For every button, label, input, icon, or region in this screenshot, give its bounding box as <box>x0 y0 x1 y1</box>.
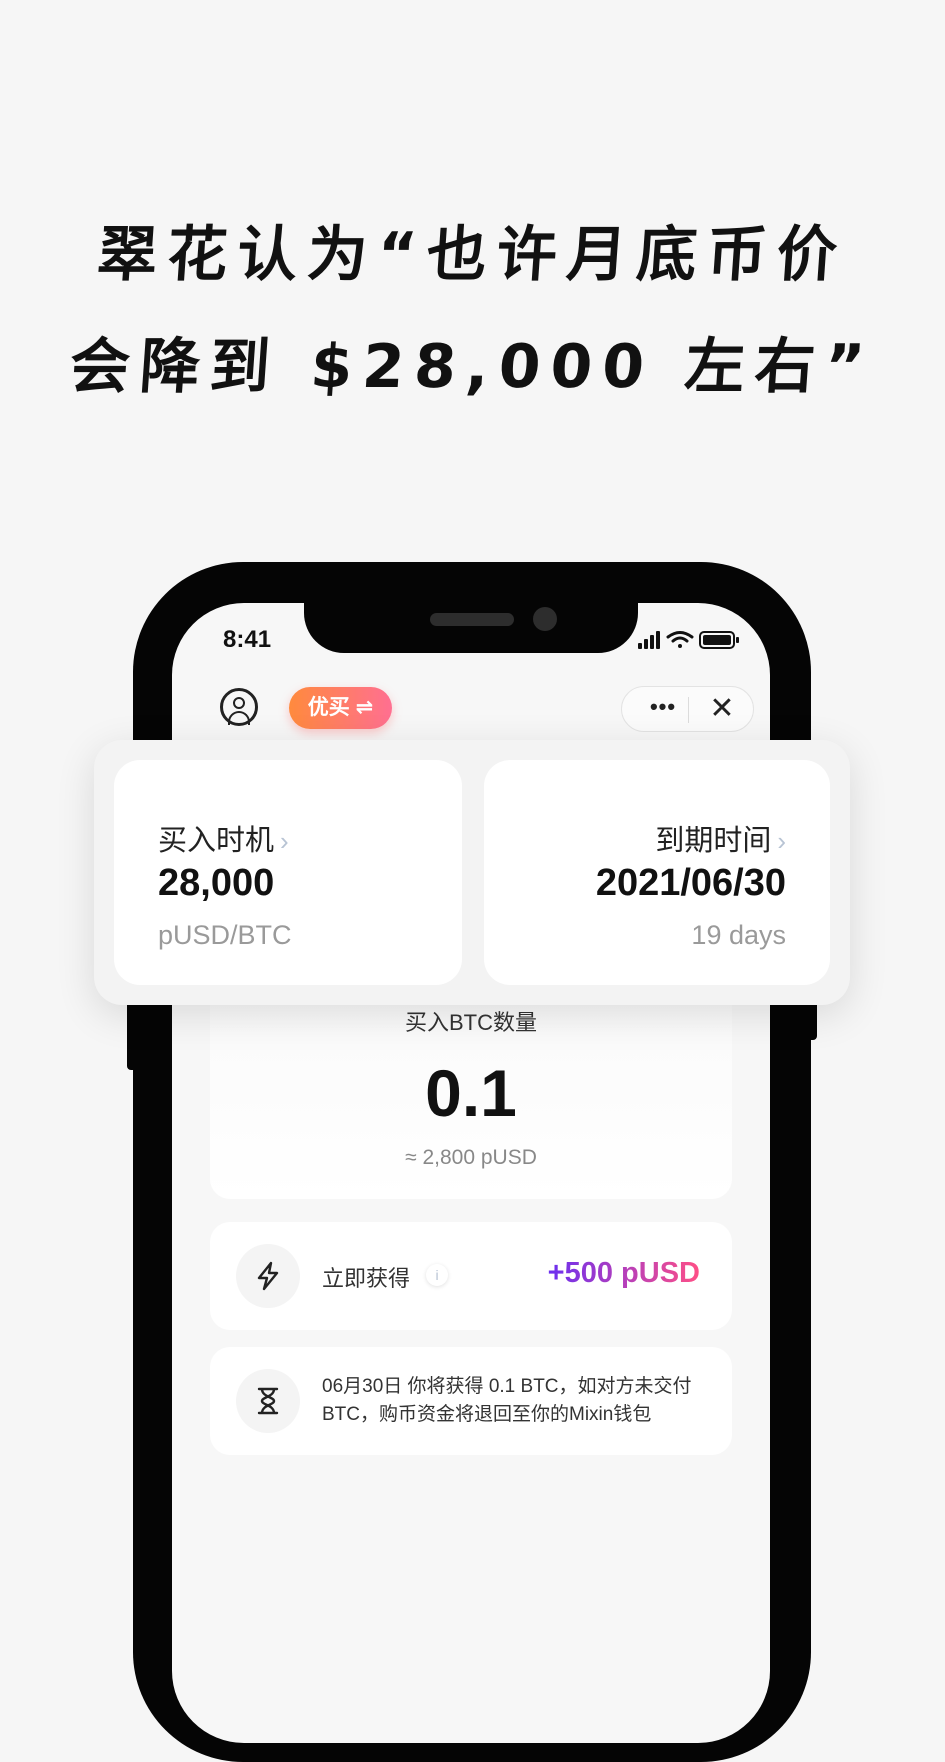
chevron-right-icon: › <box>777 826 786 856</box>
more-button[interactable]: ••• <box>642 690 684 728</box>
buy-timing-unit: pUSD/BTC <box>158 920 292 950</box>
reward-value: +500 pUSD <box>547 1257 700 1289</box>
mini-program-capsule: ••• ✕ <box>621 686 754 732</box>
headline-line-1: 翠花认为“也许月底币价 <box>94 220 850 290</box>
phone-speaker <box>430 613 514 626</box>
expiry-days: 19 days <box>691 920 786 950</box>
youmai-switch-pill[interactable]: 优买 ⇌ <box>289 687 392 729</box>
buy-timing-label: 买入时机 <box>158 825 275 857</box>
buy-timing-label-row: 买入时机 › <box>158 817 289 859</box>
amount-label: 买入BTC数量 <box>404 1010 537 1035</box>
headline-line-2: 会降到 $28,000 左右” <box>67 332 877 402</box>
chevron-right-icon: › <box>280 826 289 856</box>
user-avatar-button[interactable] <box>220 688 258 726</box>
expiry-label-row: 到期时间 › <box>655 817 786 859</box>
battery-icon <box>699 631 739 649</box>
phone-camera <box>533 607 557 631</box>
signal-icon <box>638 631 660 649</box>
settlement-info-row: 06月30日 你将获得 0.1 BTC，如对方未交付BTC，购币资金将退回至你的… <box>210 1347 732 1455</box>
expiry-label: 到期时间 <box>655 825 772 857</box>
capsule-divider <box>688 697 689 723</box>
status-icons <box>638 631 739 649</box>
amount-approx: ≈ 2,800 pUSD <box>405 1146 537 1169</box>
amount-card: 买入BTC数量 0.1 ≈ 2,800 pUSD <box>210 1005 732 1199</box>
order-summary-overlay: 买入时机 › 28,000 pUSD/BTC 到期时间 › 2021/06/30 1… <box>94 740 850 1005</box>
amount-value[interactable]: 0.1 <box>210 1055 732 1131</box>
settlement-info-text: 06月30日 你将获得 0.1 BTC，如对方未交付BTC，购币资金将退回至你的… <box>322 1376 692 1425</box>
phone-notch <box>304 603 638 653</box>
close-button[interactable]: ✕ <box>700 690 744 728</box>
buy-timing-value: 28,000 <box>158 862 275 904</box>
expiry-card[interactable]: 到期时间 › 2021/06/30 19 days <box>484 760 830 985</box>
reward-row: 立即获得 i +500 pUSD <box>210 1222 732 1330</box>
info-icon[interactable]: i <box>426 1264 448 1286</box>
user-icon-head <box>233 697 245 709</box>
reward-label: 立即获得 <box>322 1266 411 1291</box>
wifi-icon <box>666 631 694 648</box>
status-time: 8:41 <box>223 626 272 653</box>
buy-timing-card[interactable]: 买入时机 › 28,000 pUSD/BTC <box>114 760 462 985</box>
lightning-icon <box>236 1244 300 1308</box>
user-icon-body <box>228 711 250 725</box>
expiry-value: 2021/06/30 <box>595 862 786 904</box>
hourglass-icon <box>236 1369 300 1433</box>
